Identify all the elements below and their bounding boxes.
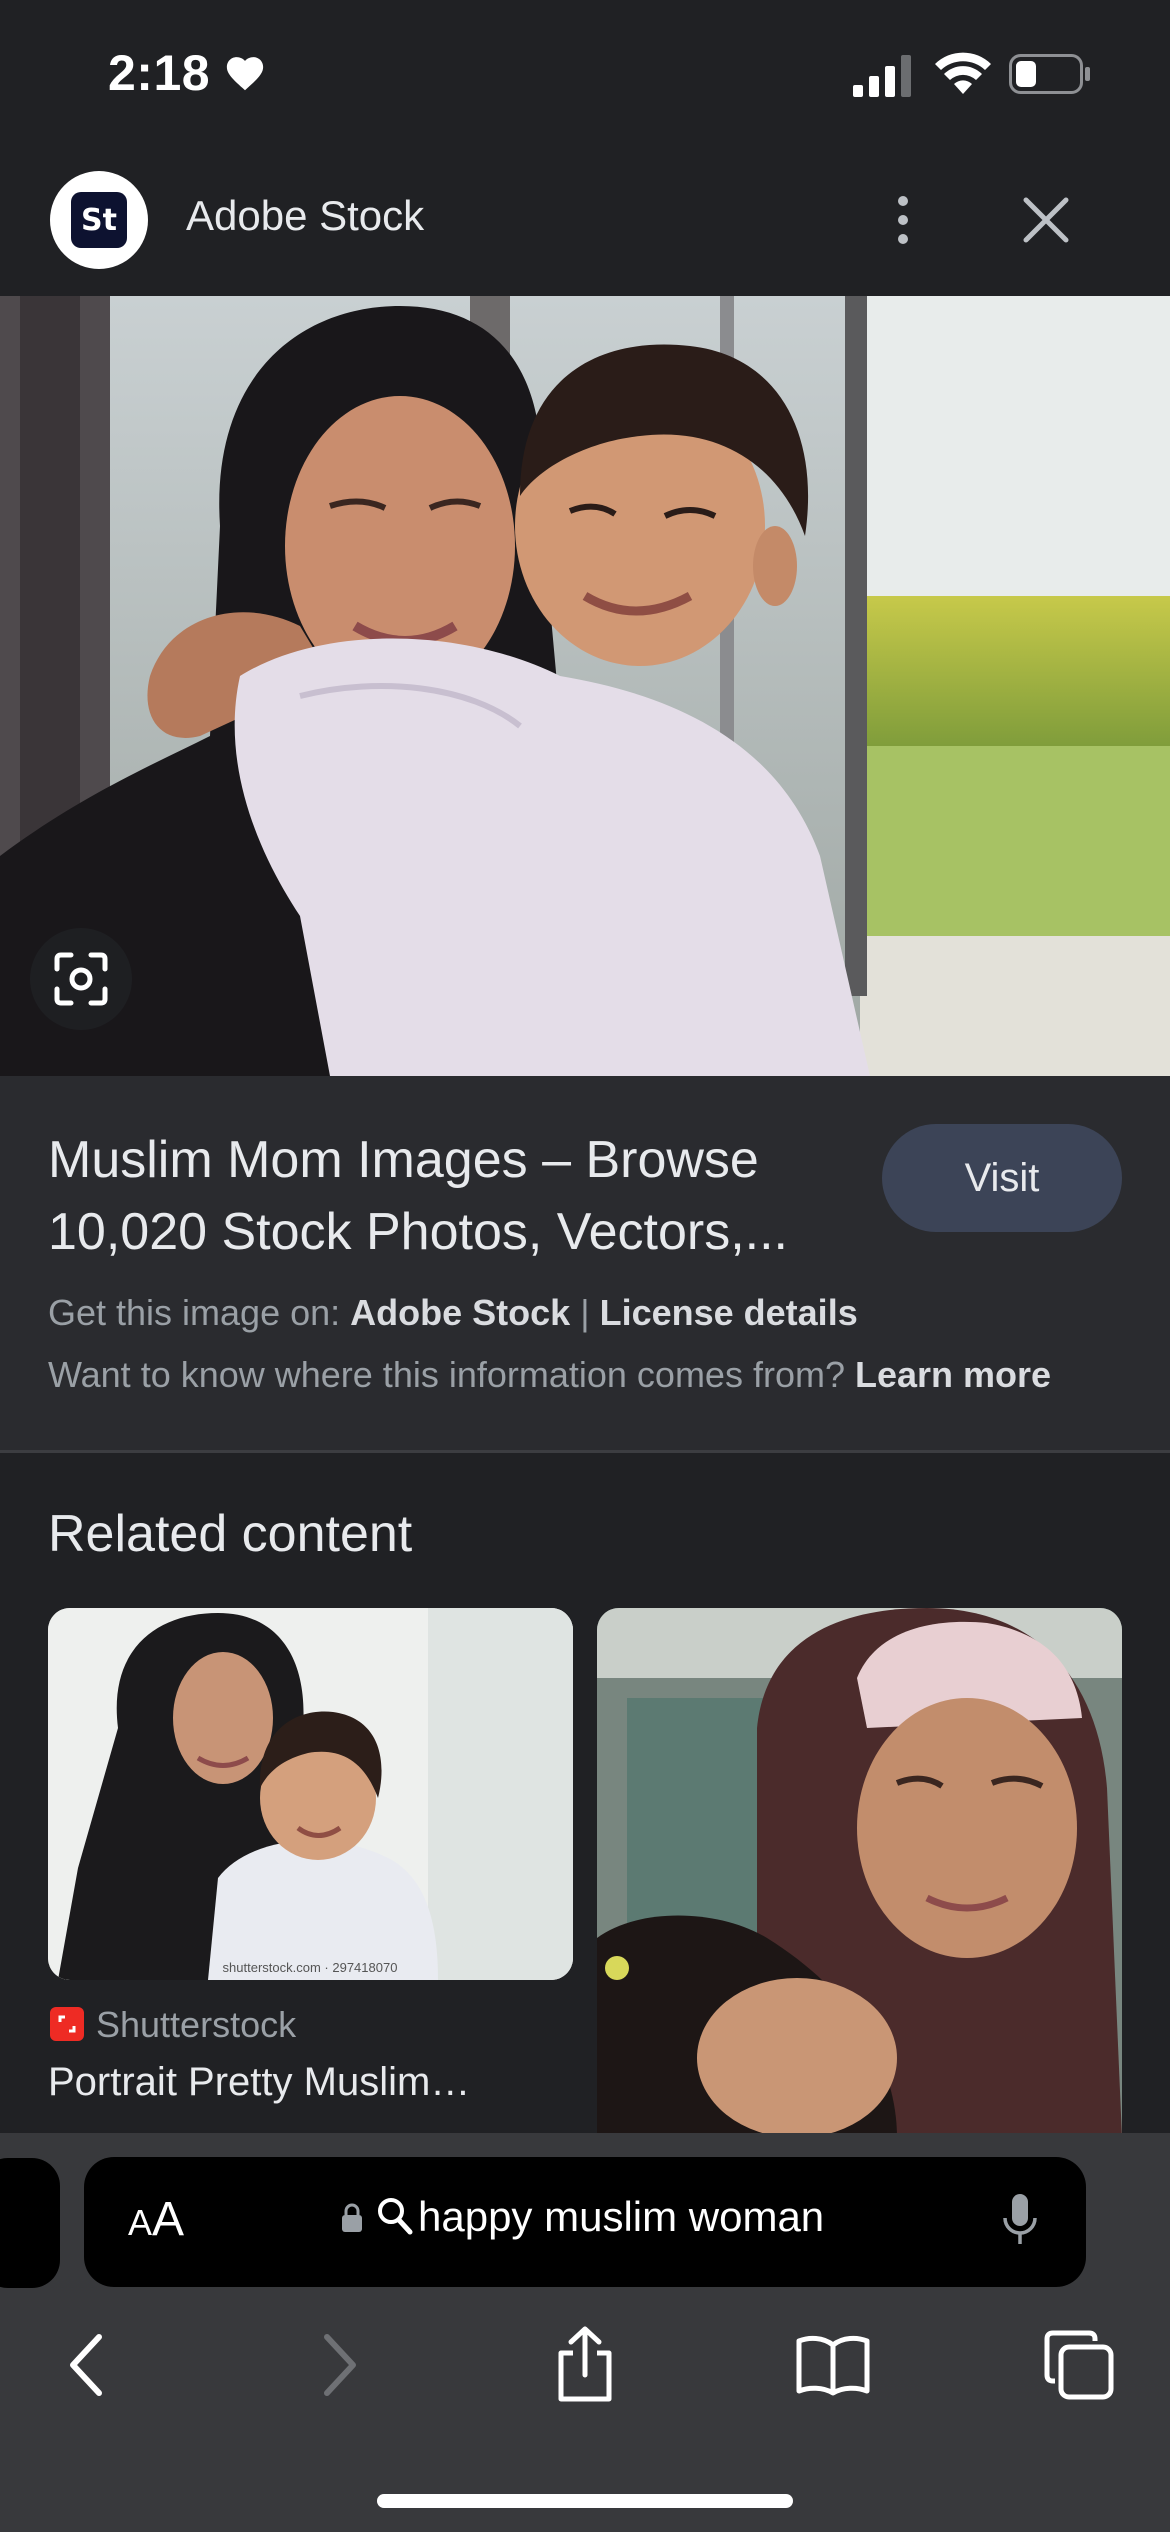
text-size-small-a: A <box>128 2202 153 2243</box>
bookmarks-button[interactable] <box>788 2320 878 2410</box>
heart-icon <box>226 57 264 91</box>
info-line: Want to know where this information come… <box>48 1354 1051 1396</box>
tabs-icon <box>1044 2330 1114 2400</box>
back-icon <box>70 2334 102 2396</box>
tabs-button[interactable] <box>1034 2320 1124 2410</box>
learn-more-link[interactable]: Learn more <box>855 1354 1051 1395</box>
forward-icon <box>324 2334 356 2396</box>
text-size-button[interactable]: AA <box>128 2192 184 2247</box>
mother-child-photo <box>0 296 1170 1076</box>
previous-tab-peek[interactable] <box>0 2158 60 2288</box>
mother-child-thumbnail: shutterstock.com · 297418070 <box>48 1608 573 1980</box>
lens-search-button[interactable] <box>30 928 132 1030</box>
microphone-icon[interactable] <box>1001 2192 1039 2248</box>
related-card-thumbnail[interactable]: shutterstock.com · 297418070 <box>48 1608 573 1980</box>
share-icon <box>558 2326 612 2402</box>
related-content-heading: Related content <box>48 1505 413 1563</box>
site-header <box>0 150 1170 296</box>
search-icon <box>378 2198 413 2235</box>
adobe-stock-logo: St <box>71 192 127 248</box>
forward-button[interactable] <box>294 2320 384 2410</box>
site-logo: St <box>50 171 148 269</box>
source-line: Get this image on: Adobe Stock | License… <box>48 1292 858 1334</box>
more-vert-icon[interactable] <box>888 190 918 250</box>
woman-hijab-thumbnail <box>597 1608 1122 2138</box>
google-lens-icon <box>54 952 108 1006</box>
signal-icon <box>853 55 911 97</box>
close-icon[interactable] <box>1022 196 1070 244</box>
share-button[interactable] <box>540 2320 630 2410</box>
main-image[interactable] <box>0 296 1170 1076</box>
source-link[interactable]: Adobe Stock <box>350 1292 570 1333</box>
thumbnail-watermark: shutterstock.com · 297418070 <box>223 1960 398 1975</box>
wifi-icon <box>935 52 991 94</box>
site-name: Adobe Stock <box>186 192 425 239</box>
status-time: 2:18 <box>108 45 211 101</box>
related-card-thumbnail[interactable] <box>597 1608 1122 2138</box>
source-prefix: Get this image on: <box>48 1292 341 1333</box>
battery-icon <box>1009 54 1090 94</box>
source-separator: | <box>580 1292 590 1333</box>
back-button[interactable] <box>42 2320 132 2410</box>
text-size-large-a: A <box>152 2193 185 2246</box>
info-question: Want to know where this information come… <box>48 1354 845 1395</box>
related-card-source: Shutterstock <box>96 2004 297 2045</box>
license-details-link[interactable]: License details <box>600 1292 858 1333</box>
visit-button[interactable]: Visit <box>882 1124 1122 1232</box>
lock-icon <box>342 2203 362 2232</box>
related-card-title[interactable]: Portrait Pretty Muslim… <box>48 2060 470 2105</box>
shutterstock-icon <box>50 2007 84 2041</box>
home-indicator[interactable] <box>377 2494 793 2508</box>
bookmarks-icon <box>796 2335 870 2396</box>
address-text[interactable]: happy muslim woman <box>418 2193 824 2241</box>
image-title[interactable]: Muslim Mom Images – Browse 10,020 Stock … <box>48 1124 848 1268</box>
